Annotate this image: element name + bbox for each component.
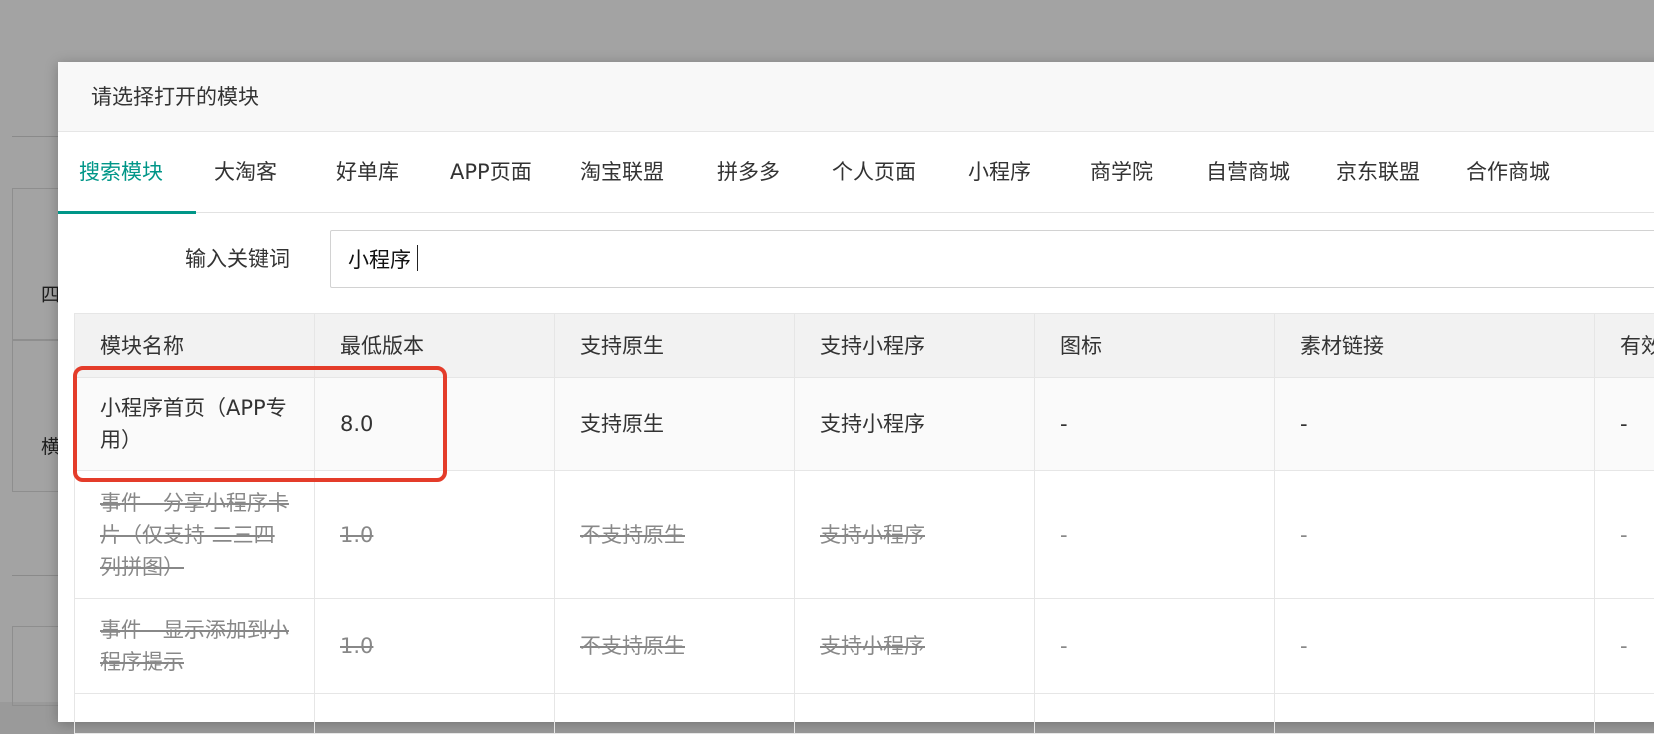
valid-cell: - [1595, 471, 1654, 599]
background-divider [12, 575, 62, 576]
background-panel [12, 626, 62, 706]
keyword-label: 输入关键词 [58, 230, 290, 288]
tab-taobao-union[interactable]: 淘宝联盟 [580, 132, 664, 213]
valid-cell: - [1595, 378, 1654, 471]
dialog-title: 请选择打开的模块 [58, 62, 1654, 132]
column-header: 模块名称 [75, 314, 315, 378]
icon-cell: - [1035, 378, 1275, 471]
min-version-cell: 1.0 [315, 599, 555, 694]
miniprogram-support-cell: 支持小程序 [795, 471, 1035, 599]
min-version-cell: 8.0 [315, 378, 555, 471]
background-divider [12, 136, 62, 137]
material-link-cell: - [1275, 378, 1595, 471]
module-tabs: 搜索模块 大淘客 好单库 APP页面 淘宝联盟 拼多多 个人页面 小程序 商学院… [58, 132, 1654, 213]
tab-haodanku[interactable]: 好单库 [336, 132, 399, 213]
column-header: 图标 [1035, 314, 1275, 378]
tab-app-page[interactable]: APP页面 [450, 132, 532, 213]
table-row[interactable] [75, 694, 1654, 734]
column-header: 素材链接 [1275, 314, 1595, 378]
tab-jd-union[interactable]: 京东联盟 [1336, 132, 1420, 213]
empty-cell [795, 694, 1035, 734]
native-support-cell: 不支持原生 [555, 599, 795, 694]
material-link-cell: - [1275, 471, 1595, 599]
material-link-cell: - [1275, 599, 1595, 694]
tab-self-mall[interactable]: 自营商城 [1206, 132, 1290, 213]
text-caret [417, 245, 418, 271]
search-row: 输入关键词 [58, 213, 1654, 313]
min-version-cell: 1.0 [315, 471, 555, 599]
module-name-cell: 事件 - 显示添加到小程序提示 [75, 599, 315, 694]
table-header-row: 模块名称 最低版本 支持原生 支持小程序 图标 素材链接 有效 [75, 314, 1654, 378]
tab-business-school[interactable]: 商学院 [1090, 132, 1153, 213]
icon-cell: - [1035, 471, 1275, 599]
table-row[interactable]: 小程序首页（APP专用） 8.0 支持原生 支持小程序 - - - [75, 378, 1654, 471]
empty-cell [1035, 694, 1275, 734]
tab-miniprogram[interactable]: 小程序 [968, 132, 1031, 213]
module-name-cell: 小程序首页（APP专用） [75, 378, 315, 471]
empty-cell [1595, 694, 1654, 734]
miniprogram-support-cell: 支持小程序 [795, 599, 1035, 694]
tab-personal-page[interactable]: 个人页面 [832, 132, 916, 213]
empty-cell [75, 694, 315, 734]
tab-search-module[interactable]: 搜索模块 [79, 132, 163, 213]
empty-cell [1275, 694, 1595, 734]
tab-partner-mall[interactable]: 合作商城 [1466, 132, 1550, 213]
keyword-input[interactable] [330, 230, 1654, 288]
valid-cell: - [1595, 599, 1654, 694]
column-header: 有效 [1595, 314, 1654, 378]
background-panel [12, 340, 62, 492]
table-row[interactable]: 事件 - 显示添加到小程序提示 1.0 不支持原生 支持小程序 - - - [75, 599, 1654, 694]
column-header: 支持原生 [555, 314, 795, 378]
empty-cell [315, 694, 555, 734]
tab-pinduoduo[interactable]: 拼多多 [717, 132, 780, 213]
module-name-cell: 事件 - 分享小程序卡片（仅支持 二三四列拼图） [75, 471, 315, 599]
tab-dataoke[interactable]: 大淘客 [214, 132, 277, 213]
background-panel [12, 188, 62, 340]
miniprogram-support-cell: 支持小程序 [795, 378, 1035, 471]
native-support-cell: 不支持原生 [555, 471, 795, 599]
module-table: 模块名称 最低版本 支持原生 支持小程序 图标 素材链接 有效 小程序首页（AP… [74, 313, 1654, 734]
column-header: 支持小程序 [795, 314, 1035, 378]
column-header: 最低版本 [315, 314, 555, 378]
table-row[interactable]: 事件 - 分享小程序卡片（仅支持 二三四列拼图） 1.0 不支持原生 支持小程序… [75, 471, 1654, 599]
empty-cell [555, 694, 795, 734]
native-support-cell: 支持原生 [555, 378, 795, 471]
icon-cell: - [1035, 599, 1275, 694]
